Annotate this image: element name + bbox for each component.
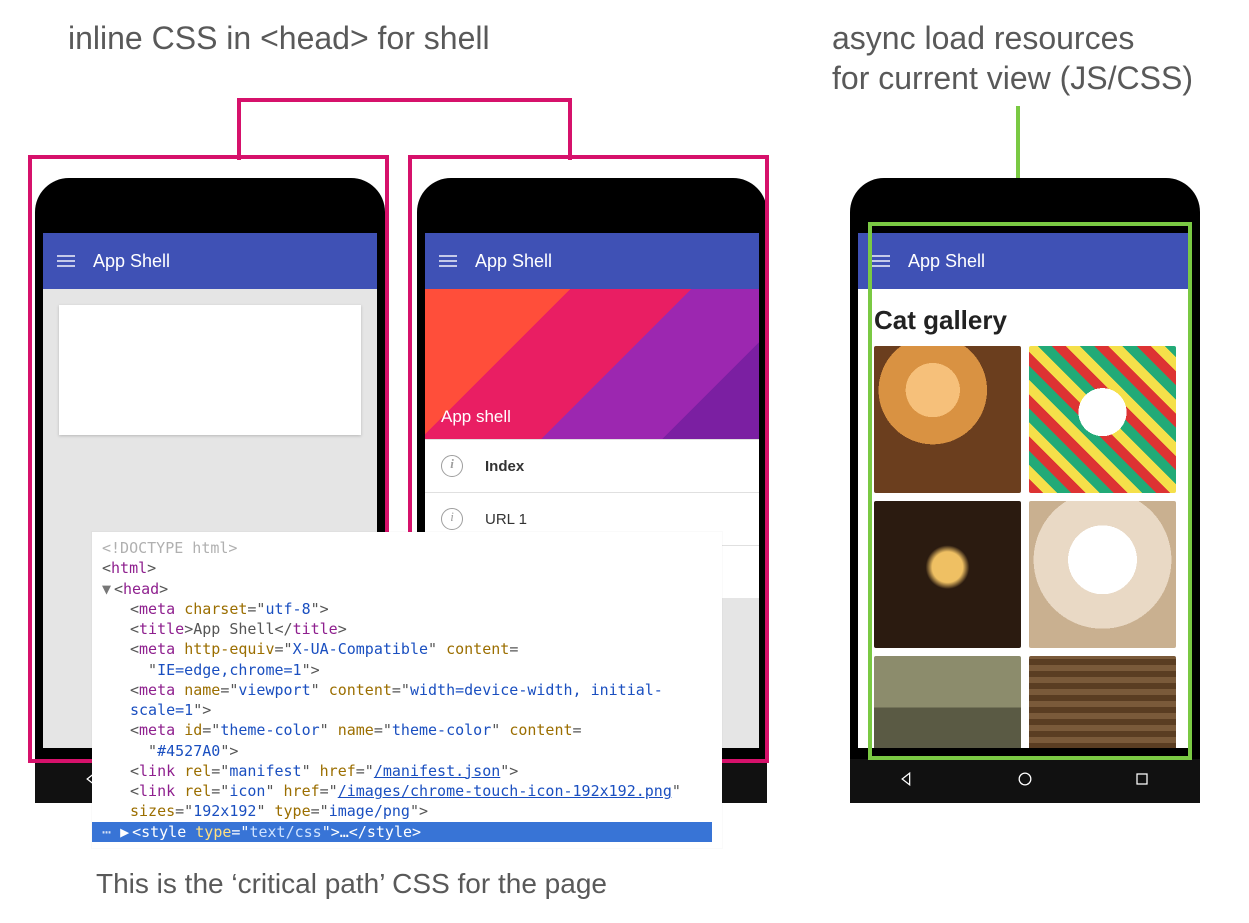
- code-line: <link rel="manifest" href="/manifest.jso…: [102, 761, 712, 781]
- devtools-code: <!DOCTYPE html> <html> ▼<head> <meta cha…: [92, 532, 722, 848]
- android-navbar: [850, 759, 1200, 803]
- pink-connector: [237, 98, 572, 160]
- code-line-highlight: ⋯ ▶<style type="text/css">…</style>: [92, 822, 712, 842]
- code-line: <meta id="theme-color" name="theme-color…: [102, 720, 712, 761]
- label-async-line2: for current view (JS/CSS): [832, 58, 1193, 98]
- code-line: <meta charset="utf-8">: [102, 599, 712, 619]
- label-async-line1: async load resources: [832, 18, 1134, 58]
- code-line: ▼<head>: [102, 579, 712, 599]
- code-line: <link rel="icon" href="/images/chrome-to…: [102, 781, 712, 822]
- code-line: <title>App Shell</title>: [102, 619, 712, 639]
- caption-critical-path: This is the ‘critical path’ CSS for the …: [96, 868, 607, 900]
- code-line: <html>: [102, 558, 712, 578]
- nav-back-icon[interactable]: [898, 769, 918, 794]
- diagram-stage: inline CSS in <head> for shell async loa…: [0, 0, 1249, 923]
- code-line: <meta http-equiv="X-UA-Compatible" conte…: [102, 639, 712, 680]
- green-highlight-right: [868, 222, 1192, 760]
- nav-home-icon[interactable]: [1015, 769, 1035, 794]
- code-line: <meta name="viewport" content="width=dev…: [102, 680, 712, 721]
- label-inline-css: inline CSS in <head> for shell: [68, 18, 490, 58]
- code-line: <!DOCTYPE html>: [102, 538, 712, 558]
- nav-recent-icon[interactable]: [1132, 769, 1152, 794]
